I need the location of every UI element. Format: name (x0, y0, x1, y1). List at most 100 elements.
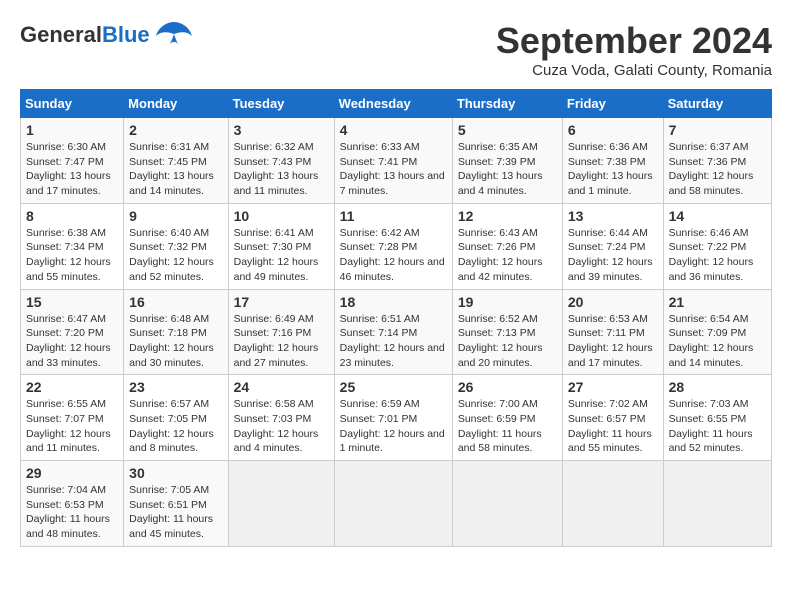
day-cell: 3 Sunrise: 6:32 AM Sunset: 7:43 PM Daylig… (228, 118, 334, 204)
day-cell: 8 Sunrise: 6:38 AM Sunset: 7:34 PM Daylig… (21, 203, 124, 289)
day-cell (228, 461, 334, 547)
logo-bird-icon (156, 18, 192, 46)
day-number: 10 (234, 208, 329, 224)
weekday-header-thursday: Thursday (452, 90, 562, 118)
day-cell: 27 Sunrise: 7:02 AM Sunset: 6:57 PM Dayli… (562, 375, 663, 461)
day-cell: 1 Sunrise: 6:30 AM Sunset: 7:47 PM Daylig… (21, 118, 124, 204)
weekday-header-saturday: Saturday (663, 90, 771, 118)
day-cell: 19 Sunrise: 6:52 AM Sunset: 7:13 PM Dayli… (452, 289, 562, 375)
day-cell: 2 Sunrise: 6:31 AM Sunset: 7:45 PM Daylig… (124, 118, 228, 204)
week-row-2: 8 Sunrise: 6:38 AM Sunset: 7:34 PM Daylig… (21, 203, 772, 289)
day-info: Sunrise: 6:43 AM Sunset: 7:26 PM Dayligh… (458, 226, 557, 285)
day-cell: 11Sunrise: 6:42 AM Sunset: 7:28 PM Dayli… (334, 203, 452, 289)
day-cell (452, 461, 562, 547)
day-info: Sunrise: 6:47 AM Sunset: 7:20 PM Dayligh… (26, 312, 118, 371)
day-cell: 18Sunrise: 6:51 AM Sunset: 7:14 PM Dayli… (334, 289, 452, 375)
day-cell: 29Sunrise: 7:04 AM Sunset: 6:53 PM Dayli… (21, 461, 124, 547)
day-cell: 9 Sunrise: 6:40 AM Sunset: 7:32 PM Daylig… (124, 203, 228, 289)
day-number: 11 (340, 208, 447, 224)
logo: GeneralBlue (20, 20, 192, 51)
day-number: 16 (129, 294, 222, 310)
weekday-header-wednesday: Wednesday (334, 90, 452, 118)
day-info: Sunrise: 6:36 AM Sunset: 7:38 PM Dayligh… (568, 140, 658, 199)
page-header: GeneralBlue September 2024 Cuza Voda, Ga… (20, 20, 772, 79)
day-info: Sunrise: 6:44 AM Sunset: 7:24 PM Dayligh… (568, 226, 658, 285)
day-number: 25 (340, 379, 447, 395)
day-number: 28 (669, 379, 766, 395)
logo-general: General (20, 22, 102, 47)
day-cell: 14 Sunrise: 6:46 AM Sunset: 7:22 PM Dayli… (663, 203, 771, 289)
calendar-table: SundayMondayTuesdayWednesdayThursdayFrid… (20, 89, 772, 547)
day-info: Sunrise: 6:41 AM Sunset: 7:30 PM Dayligh… (234, 226, 329, 285)
day-cell: 16 Sunrise: 6:48 AM Sunset: 7:18 PM Dayli… (124, 289, 228, 375)
day-number: 30 (129, 465, 222, 481)
weekday-header-tuesday: Tuesday (228, 90, 334, 118)
day-info: Sunrise: 6:40 AM Sunset: 7:32 PM Dayligh… (129, 226, 222, 285)
day-number: 24 (234, 379, 329, 395)
day-info: Sunrise: 6:32 AM Sunset: 7:43 PM Dayligh… (234, 140, 329, 199)
week-row-4: 22 Sunrise: 6:55 AM Sunset: 7:07 PM Dayli… (21, 375, 772, 461)
day-info: Sunrise: 6:46 AM Sunset: 7:22 PM Dayligh… (669, 226, 766, 285)
day-number: 3 (234, 122, 329, 138)
weekday-header-sunday: Sunday (21, 90, 124, 118)
day-cell: 4Sunrise: 6:33 AM Sunset: 7:41 PM Daylig… (334, 118, 452, 204)
day-number: 14 (669, 208, 766, 224)
day-cell: 7Sunrise: 6:37 AM Sunset: 7:36 PM Daylig… (663, 118, 771, 204)
day-info: Sunrise: 6:58 AM Sunset: 7:03 PM Dayligh… (234, 397, 329, 456)
day-info: Sunrise: 7:02 AM Sunset: 6:57 PM Dayligh… (568, 397, 658, 456)
day-info: Sunrise: 6:57 AM Sunset: 7:05 PM Dayligh… (129, 397, 222, 456)
day-info: Sunrise: 7:00 AM Sunset: 6:59 PM Dayligh… (458, 397, 557, 456)
day-number: 2 (129, 122, 222, 138)
day-cell: 12 Sunrise: 6:43 AM Sunset: 7:26 PM Dayli… (452, 203, 562, 289)
day-info: Sunrise: 6:38 AM Sunset: 7:34 PM Dayligh… (26, 226, 118, 285)
weekday-header-row: SundayMondayTuesdayWednesdayThursdayFrid… (21, 90, 772, 118)
day-number: 8 (26, 208, 118, 224)
day-number: 27 (568, 379, 658, 395)
day-info: Sunrise: 6:53 AM Sunset: 7:11 PM Dayligh… (568, 312, 658, 371)
title-area: September 2024 Cuza Voda, Galati County,… (496, 20, 772, 79)
day-number: 7 (669, 122, 766, 138)
day-cell: 6 Sunrise: 6:36 AM Sunset: 7:38 PM Daylig… (562, 118, 663, 204)
day-info: Sunrise: 6:31 AM Sunset: 7:45 PM Dayligh… (129, 140, 222, 199)
day-number: 23 (129, 379, 222, 395)
day-number: 26 (458, 379, 557, 395)
day-cell: 28 Sunrise: 7:03 AM Sunset: 6:55 PM Dayli… (663, 375, 771, 461)
day-info: Sunrise: 6:52 AM Sunset: 7:13 PM Dayligh… (458, 312, 557, 371)
day-info: Sunrise: 6:49 AM Sunset: 7:16 PM Dayligh… (234, 312, 329, 371)
day-cell: 20 Sunrise: 6:53 AM Sunset: 7:11 PM Dayli… (562, 289, 663, 375)
day-number: 17 (234, 294, 329, 310)
day-number: 22 (26, 379, 118, 395)
month-title: September 2024 (496, 20, 772, 62)
day-info: Sunrise: 6:30 AM Sunset: 7:47 PM Dayligh… (26, 140, 118, 199)
day-cell: 17 Sunrise: 6:49 AM Sunset: 7:16 PM Dayli… (228, 289, 334, 375)
logo-blue: Blue (102, 22, 150, 47)
week-row-5: 29Sunrise: 7:04 AM Sunset: 6:53 PM Dayli… (21, 461, 772, 547)
location-title: Cuza Voda, Galati County, Romania (496, 62, 772, 79)
day-info: Sunrise: 6:48 AM Sunset: 7:18 PM Dayligh… (129, 312, 222, 371)
day-info: Sunrise: 7:03 AM Sunset: 6:55 PM Dayligh… (669, 397, 766, 456)
day-info: Sunrise: 6:54 AM Sunset: 7:09 PM Dayligh… (669, 312, 766, 371)
day-cell: 24 Sunrise: 6:58 AM Sunset: 7:03 PM Dayli… (228, 375, 334, 461)
day-number: 29 (26, 465, 118, 481)
day-info: Sunrise: 6:35 AM Sunset: 7:39 PM Dayligh… (458, 140, 557, 199)
week-row-3: 15Sunrise: 6:47 AM Sunset: 7:20 PM Dayli… (21, 289, 772, 375)
day-number: 12 (458, 208, 557, 224)
day-number: 5 (458, 122, 557, 138)
day-cell: 25Sunrise: 6:59 AM Sunset: 7:01 PM Dayli… (334, 375, 452, 461)
day-cell (562, 461, 663, 547)
day-cell: 15Sunrise: 6:47 AM Sunset: 7:20 PM Dayli… (21, 289, 124, 375)
day-info: Sunrise: 6:51 AM Sunset: 7:14 PM Dayligh… (340, 312, 447, 371)
day-cell: 30Sunrise: 7:05 AM Sunset: 6:51 PM Dayli… (124, 461, 228, 547)
day-info: Sunrise: 6:33 AM Sunset: 7:41 PM Dayligh… (340, 140, 447, 199)
day-cell (663, 461, 771, 547)
day-number: 13 (568, 208, 658, 224)
day-number: 20 (568, 294, 658, 310)
day-number: 6 (568, 122, 658, 138)
week-row-1: 1 Sunrise: 6:30 AM Sunset: 7:47 PM Daylig… (21, 118, 772, 204)
day-number: 21 (669, 294, 766, 310)
day-number: 1 (26, 122, 118, 138)
day-number: 19 (458, 294, 557, 310)
day-info: Sunrise: 6:55 AM Sunset: 7:07 PM Dayligh… (26, 397, 118, 456)
day-number: 9 (129, 208, 222, 224)
day-cell: 26 Sunrise: 7:00 AM Sunset: 6:59 PM Dayli… (452, 375, 562, 461)
